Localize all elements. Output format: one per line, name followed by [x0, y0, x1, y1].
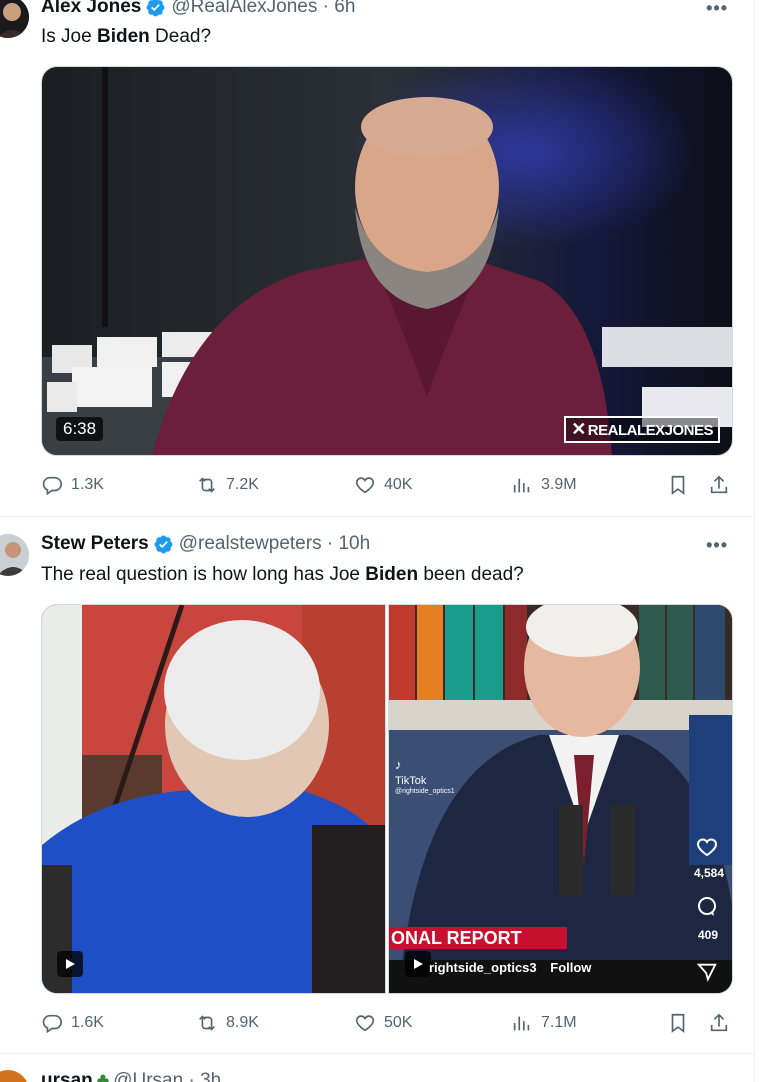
- tweet-ursan[interactable]: ursan ♣ @Ursan · 3h: [0, 1054, 754, 1082]
- tiktok-label: TikTok: [395, 775, 427, 787]
- tweet-header: ursan ♣ @Ursan · 3h: [41, 1070, 221, 1082]
- bookmark-icon: [671, 1013, 685, 1033]
- play-icon[interactable]: [405, 951, 431, 977]
- tweet-text-part: The real question is how long has Joe: [41, 564, 366, 585]
- bookmark-icon: [671, 475, 685, 495]
- reply-icon: [42, 476, 62, 496]
- play-icon[interactable]: [57, 951, 83, 977]
- avatar[interactable]: [0, 0, 29, 38]
- like-count: 50K: [384, 1014, 413, 1031]
- verified-badge-icon: [145, 0, 166, 18]
- heart-icon: [694, 835, 720, 864]
- avatar[interactable]: [0, 534, 29, 576]
- repost-icon: [199, 477, 215, 493]
- share-button[interactable]: [708, 474, 730, 496]
- more-options-icon[interactable]: •••: [706, 0, 728, 19]
- reply-count: 1.3K: [71, 476, 104, 493]
- video-player-right[interactable]: ♪ TikTok @rightside_optics1 ONAL REPORT …: [388, 604, 733, 994]
- views-chart-icon: [513, 1016, 530, 1031]
- views-count: 7.1M: [541, 1014, 577, 1031]
- repost-count: 7.2K: [226, 476, 259, 493]
- author-name[interactable]: Alex Jones: [41, 0, 141, 18]
- send-icon: [696, 961, 718, 988]
- video-player[interactable]: 6:38 ✕ REALALEXJONES: [41, 66, 733, 456]
- video-frame: [42, 67, 732, 455]
- repost-icon: [199, 1015, 215, 1031]
- tweet-text-part: been dead?: [418, 564, 524, 585]
- verified-badge-icon: [153, 534, 174, 555]
- repost-button[interactable]: 8.9K: [196, 1012, 259, 1034]
- tiktok-comment-count: 409: [697, 928, 718, 942]
- heart-icon: [355, 477, 375, 494]
- share-icon: [710, 475, 728, 494]
- channel-watermark: ✕ REALALEXJONES: [564, 416, 720, 443]
- tiktok-follow-row: rightside_optics3 Follow: [429, 960, 591, 975]
- author-handle[interactable]: @RealAlexJones: [171, 0, 317, 18]
- tweet-header: Alex Jones @RealAlexJones · 6h: [41, 0, 355, 18]
- reply-icon: [42, 1014, 62, 1034]
- heart-icon: [355, 1015, 375, 1032]
- x-logo-icon: ✕: [571, 419, 586, 439]
- tweet-text-bold: Biden: [365, 564, 419, 585]
- avatar[interactable]: [0, 1070, 29, 1082]
- news-banner: ONAL REPORT: [389, 927, 567, 949]
- palm-tree-icon: ♣: [96, 1070, 110, 1082]
- views-count: 3.9M: [541, 476, 577, 493]
- follow-username: rightside_optics3: [429, 960, 537, 975]
- video-frame: [42, 605, 385, 993]
- tweet-text: Is Joe Biden Dead?: [41, 26, 211, 48]
- video-duration: 6:38: [56, 417, 104, 441]
- reply-count: 1.6K: [71, 1014, 104, 1031]
- like-count: 40K: [384, 476, 413, 493]
- author-name[interactable]: ursan: [41, 1070, 93, 1082]
- video-player-left[interactable]: [41, 604, 386, 994]
- share-icon: [710, 1013, 728, 1032]
- follow-button[interactable]: Follow: [550, 960, 591, 975]
- watermark-text: REALALEXJONES: [587, 422, 714, 439]
- timeline-feed: Alex Jones @RealAlexJones · 6h ••• Is Jo…: [0, 0, 755, 1082]
- tweet-header: Stew Peters @realstewpeters · 10h: [41, 533, 370, 555]
- bookmark-button[interactable]: [667, 474, 689, 496]
- author-name[interactable]: Stew Peters: [41, 533, 149, 555]
- repost-count: 8.9K: [226, 1014, 259, 1031]
- views-button[interactable]: 7.1M: [511, 1012, 577, 1034]
- reply-button[interactable]: 1.3K: [41, 474, 104, 496]
- tweet-text-part: Is Joe: [41, 26, 97, 47]
- tiktok-like-count: 4,584: [693, 866, 724, 880]
- tweet-text-bold: Biden: [96, 26, 150, 47]
- tweet-stew-peters[interactable]: Stew Peters @realstewpeters · 10h ••• Th…: [0, 517, 754, 1053]
- views-button[interactable]: 3.9M: [511, 474, 577, 496]
- tiktok-logo-icon: ♪: [395, 757, 402, 772]
- tweet-text: The real question is how long has Joe Bi…: [41, 564, 524, 586]
- like-button[interactable]: 50K: [354, 1012, 412, 1034]
- tweet-actions: 1.6K 8.9K 50K 7.1M: [41, 1012, 741, 1038]
- tiktok-user: @rightside_optics1: [395, 788, 455, 795]
- share-button[interactable]: [708, 1012, 730, 1034]
- author-handle[interactable]: @Ursan: [113, 1070, 183, 1082]
- tweet-actions: 1.3K 7.2K 40K 3.9M: [41, 474, 741, 500]
- tweet-text-part: Dead?: [149, 26, 212, 47]
- tweet-time[interactable]: · 10h: [327, 533, 370, 555]
- views-chart-icon: [513, 478, 530, 493]
- reply-button[interactable]: 1.6K: [41, 1012, 104, 1034]
- tweet-alex-jones[interactable]: Alex Jones @RealAlexJones · 6h ••• Is Jo…: [0, 0, 754, 516]
- bookmark-button[interactable]: [667, 1012, 689, 1034]
- tweet-time[interactable]: · 6h: [323, 0, 356, 18]
- comment-icon: [695, 895, 719, 924]
- repost-button[interactable]: 7.2K: [196, 474, 259, 496]
- more-options-icon[interactable]: •••: [706, 535, 728, 556]
- tweet-time[interactable]: · 3h: [188, 1070, 221, 1082]
- author-handle[interactable]: @realstewpeters: [179, 533, 322, 555]
- like-button[interactable]: 40K: [354, 474, 412, 496]
